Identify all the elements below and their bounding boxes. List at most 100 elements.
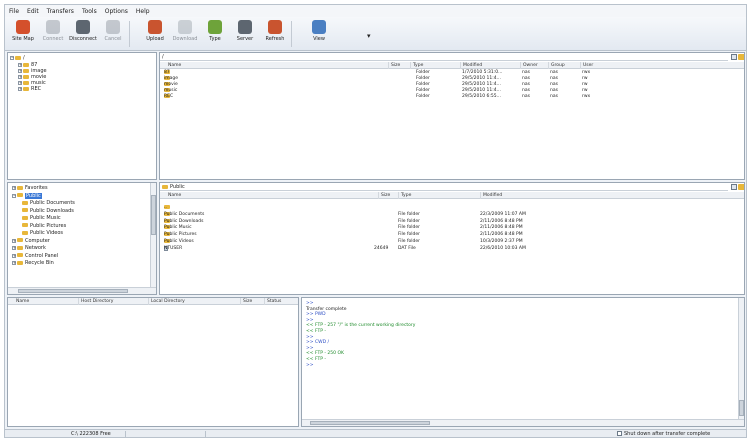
file-type: File folder <box>398 218 421 224</box>
expand-icon[interactable]: + <box>12 186 16 190</box>
log-line: >> <box>306 301 314 306</box>
local-parent-folder-icon[interactable] <box>738 184 744 190</box>
remote-col-size[interactable]: Size <box>388 62 400 69</box>
expand-icon[interactable]: + <box>12 238 16 243</box>
file-name-label: .. <box>164 205 167 210</box>
view-button[interactable]: View <box>305 19 333 49</box>
server-button[interactable]: Server <box>231 19 259 49</box>
view-dropdown-icon[interactable]: ▾ <box>367 32 371 40</box>
menu-edit[interactable]: Edit <box>27 8 39 15</box>
log-hscroll[interactable] <box>302 419 744 426</box>
remote-file-list[interactable]: / Name Size Type Modified Owner Group Us… <box>159 52 745 180</box>
download-icon <box>178 20 192 34</box>
checkbox-icon[interactable] <box>617 431 622 436</box>
transfer-queue[interactable]: Name Host Directory Local Directory Size… <box>7 297 299 427</box>
upload-button[interactable]: Upload <box>141 19 169 49</box>
remote-list-header: Name Size Type Modified Owner Group User <box>160 62 744 69</box>
remote-folder-tree[interactable]: − / +87 + image + movie + music + REC <box>7 52 157 180</box>
table-row[interactable]: Public Documents File folder 22/3/2009 11:… <box>160 211 744 218</box>
remote-col-modified[interactable]: Modified <box>460 62 482 69</box>
local-col-modified[interactable]: Modified <box>480 192 502 199</box>
local-tree-item[interactable]: Public Pictures <box>22 223 66 229</box>
menu-tools[interactable]: Tools <box>82 8 97 15</box>
local-folder-tree[interactable]: + Favorites − Public Public Documents Public … <box>7 182 157 295</box>
site-map-button[interactable]: Site Map <box>9 19 37 49</box>
menu-transfers[interactable]: Transfers <box>47 8 74 15</box>
local-col-size[interactable]: Size <box>378 192 390 199</box>
table-row[interactable]: .. <box>160 205 744 211</box>
remote-col-group[interactable]: Group <box>548 62 565 69</box>
expand-icon[interactable]: + <box>18 81 22 85</box>
table-row[interactable]: Public Music File folder 2/11/2006 8:48 PM <box>160 225 744 231</box>
queue-col-size[interactable]: Size <box>240 298 252 305</box>
local-tree-item[interactable]: + Recycle Bin <box>12 260 54 266</box>
local-tree-item-label: Public Videos <box>30 230 64 236</box>
local-col-type[interactable]: Type <box>398 192 411 199</box>
file-type: File folder <box>398 232 421 238</box>
menu-bar: File Edit Transfers Tools Options Help <box>5 5 746 17</box>
expand-icon[interactable]: + <box>18 63 22 67</box>
table-row[interactable]: REC Folder 29/5/2010 6:55... nas nas rwx <box>160 94 744 100</box>
ftp-client-window: File Edit Transfers Tools Options Help S… <box>4 4 747 438</box>
remote-tree-item[interactable]: + REC <box>18 86 41 92</box>
file-type: Folder <box>416 94 430 99</box>
connect-icon <box>46 20 60 34</box>
local-tree-vscroll[interactable] <box>150 183 156 287</box>
local-tree-item-label: Public Downloads <box>30 207 74 214</box>
local-tree-item[interactable]: + Favorites <box>12 185 48 191</box>
local-tree-item[interactable]: + Network <box>12 245 46 251</box>
local-tree-item[interactable]: Public Music <box>22 215 61 221</box>
queue-col-name[interactable]: Name <box>14 298 29 305</box>
connect-button[interactable]: Connect <box>39 19 67 49</box>
file-group: nas <box>550 94 558 99</box>
menu-options[interactable]: Options <box>105 8 128 15</box>
local-tree-item[interactable]: Public Videos <box>22 230 63 236</box>
expand-icon[interactable]: + <box>18 75 22 79</box>
local-tree-item[interactable]: Public Downloads <box>22 208 74 214</box>
local-path-bar[interactable]: Public <box>160 183 728 191</box>
expand-icon[interactable]: + <box>18 69 22 73</box>
local-tree-item[interactable]: + Control Panel <box>12 253 58 259</box>
menu-file[interactable]: File <box>9 8 19 15</box>
remote-col-user[interactable]: User <box>580 62 593 69</box>
refresh-icon <box>268 20 282 34</box>
cancel-button[interactable]: Cancel <box>99 19 127 49</box>
local-path-dropdown-icon[interactable] <box>731 184 737 190</box>
disconnect-icon <box>76 20 90 34</box>
shutdown-checkbox[interactable]: Shut down after transfer complete <box>617 430 710 437</box>
remote-col-owner[interactable]: Owner <box>520 62 538 69</box>
folder-icon <box>15 55 21 60</box>
local-col-name[interactable]: Name <box>166 192 181 199</box>
local-tree-item[interactable]: Public Documents <box>22 200 75 206</box>
menu-help[interactable]: Help <box>136 8 150 15</box>
remote-tree-root[interactable]: − / <box>10 55 25 61</box>
remote-path-bar[interactable]: / <box>160 53 728 61</box>
expand-icon[interactable]: + <box>12 246 16 250</box>
connection-log[interactable]: >> Transfer complete >> PWD >> << FTP - 257 … <box>301 297 745 427</box>
table-row[interactable]: Public Downloads File folder 2/11/2006 8:4… <box>160 218 744 225</box>
queue-col-local-directory[interactable]: Local Directory <box>148 298 185 305</box>
disconnect-button[interactable]: Disconnect <box>69 19 97 49</box>
local-tree-item[interactable]: + Computer <box>12 238 50 244</box>
log-vscroll[interactable] <box>738 298 744 419</box>
remote-col-type[interactable]: Type <box>410 62 423 69</box>
table-row[interactable]: Public Videos File folder 10/3/2009 2:37 P… <box>160 239 744 245</box>
refresh-button[interactable]: Refresh <box>261 19 289 49</box>
table-row[interactable]: Public Pictures File folder 2/11/2006 8:48… <box>160 232 744 238</box>
type-button[interactable]: Type <box>201 19 229 49</box>
expand-icon[interactable]: + <box>12 261 16 265</box>
remote-path-dropdown-icon[interactable] <box>731 54 737 60</box>
download-button[interactable]: Download <box>171 19 199 49</box>
file-name-label: Public Music <box>164 225 192 231</box>
remote-col-name[interactable]: Name <box>166 62 181 69</box>
expand-icon[interactable]: − <box>12 193 16 198</box>
expand-icon[interactable]: + <box>18 87 22 91</box>
expand-icon[interactable]: + <box>12 253 16 258</box>
table-row[interactable]: NTUSER 24649 DAT File 22/6/2010 10:03 AM <box>160 245 744 252</box>
local-tree-hscroll[interactable] <box>8 287 156 294</box>
local-tree-item[interactable]: − Public <box>12 192 42 199</box>
remote-parent-folder-icon[interactable] <box>738 54 744 60</box>
local-file-list[interactable]: Public Name Size Type Modified .. Public … <box>159 182 745 295</box>
queue-col-host-directory[interactable]: Host Directory <box>78 298 113 305</box>
queue-col-status[interactable]: Status <box>264 298 281 305</box>
